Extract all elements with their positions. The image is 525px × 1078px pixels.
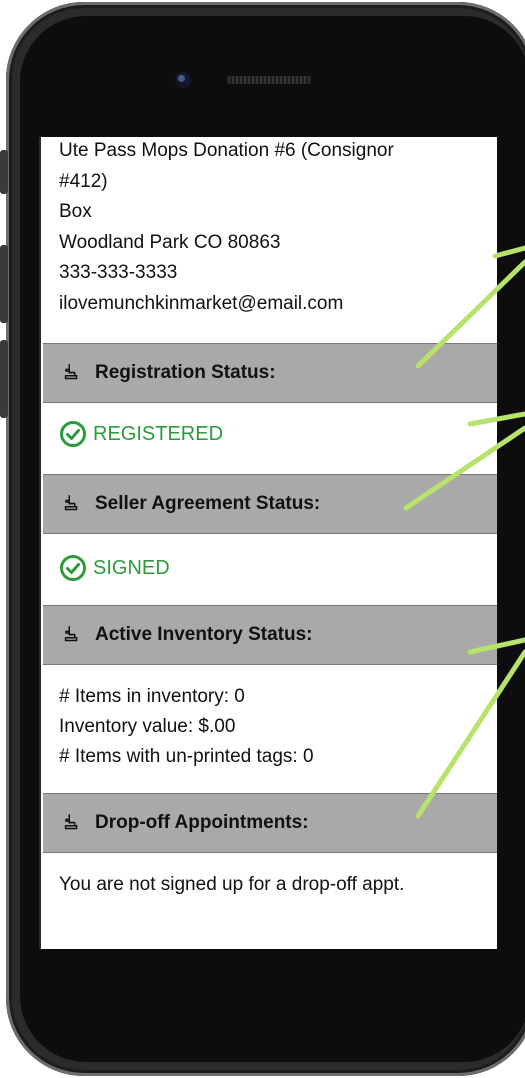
arrow-inventory xyxy=(415,637,525,819)
arrow-seller-agreement xyxy=(403,411,525,511)
annotation-arrows xyxy=(403,245,525,819)
arrow-registration xyxy=(415,245,525,369)
phone-frame: Ute Pass Mops Donation #6 (Consignor #41… xyxy=(0,0,525,1078)
